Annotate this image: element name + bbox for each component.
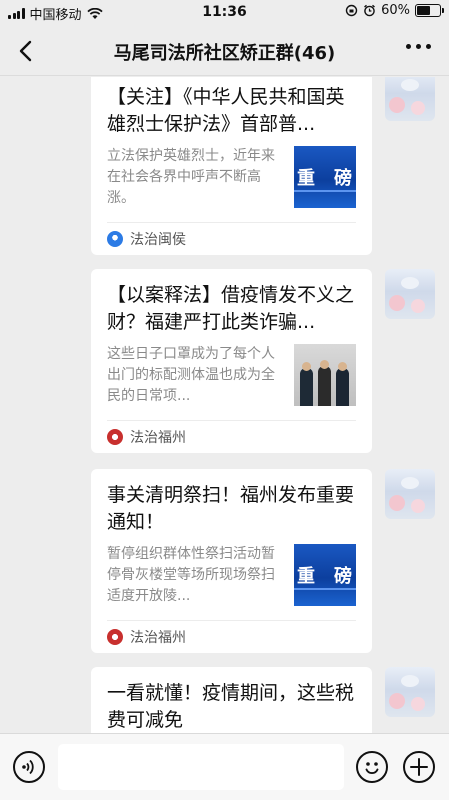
status-bar: 中国移动 11:36 60%	[0, 0, 449, 26]
plus-icon[interactable]	[403, 751, 435, 783]
chat-title: 马尾司法所社区矫正群(46)	[113, 43, 336, 64]
article-source: 法治福州	[107, 420, 356, 453]
alarm-icon	[364, 4, 376, 17]
chevron-left-icon[interactable]	[14, 38, 40, 64]
thumbnail-text: 磅	[334, 566, 353, 587]
article-description: 暂停组织群体性祭扫活动暂停骨灰楼堂等场所现场祭扫适度开放陵...	[107, 546, 275, 604]
article-title: 一看就懂！疫情期间，这些税费可减免	[107, 682, 355, 731]
article-description: 这些日子口罩成为了每个人出门的标配测体温也成为全民的日常项...	[107, 346, 275, 404]
source-logo-icon	[107, 429, 123, 445]
article-source: 法治闽侯	[107, 222, 356, 255]
article-source: 法治福州	[107, 620, 356, 653]
article-thumbnail	[294, 344, 356, 406]
battery-percent: 60%	[381, 3, 410, 18]
avatar[interactable]	[385, 269, 435, 319]
input-bar	[0, 733, 449, 800]
thumbnail-text: 磅	[334, 168, 353, 189]
avatar[interactable]	[385, 77, 435, 121]
article-card[interactable]: 【以案释法】借疫情发不义之财？福建严打此类诈骗... 这些日子口罩成为了每个人出…	[91, 269, 372, 453]
article-card[interactable]: 【关注】《中华人民共和国英雄烈士保护法》首部普... 立法保护英雄烈士，近年来在…	[91, 77, 372, 255]
avatar[interactable]	[385, 469, 435, 519]
source-name: 法治闽侯	[130, 232, 186, 248]
message-input[interactable]	[58, 744, 344, 790]
article-thumbnail: 重磅	[294, 544, 356, 606]
message-list[interactable]: 【关注】《中华人民共和国英雄烈士保护法》首部普... 立法保护英雄烈士，近年来在…	[0, 77, 449, 733]
article-title: 【关注】《中华人民共和国英雄烈士保护法》首部普...	[107, 86, 345, 135]
chat-header: 马尾司法所社区矫正群(46)	[0, 26, 449, 76]
battery-icon	[415, 4, 444, 17]
source-logo-icon	[107, 629, 123, 645]
thumbnail-text: 重	[297, 168, 316, 189]
thumbnail-text: 重	[297, 566, 316, 587]
orientation-lock-icon	[345, 4, 358, 17]
emoji-icon[interactable]	[356, 751, 388, 783]
status-right: 60%	[345, 3, 444, 18]
source-name: 法治福州	[130, 430, 186, 446]
article-title: 事关清明祭扫！福州发布重要通知！	[107, 484, 355, 533]
source-logo-icon	[107, 231, 123, 247]
article-title: 【以案释法】借疫情发不义之财？福建严打此类诈骗...	[107, 284, 355, 333]
article-card[interactable]: 事关清明祭扫！福州发布重要通知！ 暂停组织群体性祭扫活动暂停骨灰楼堂等场所现场祭…	[91, 469, 372, 653]
avatar[interactable]	[385, 667, 435, 717]
voice-icon[interactable]	[13, 751, 45, 783]
more-dots-icon[interactable]	[406, 44, 431, 49]
article-thumbnail: 重磅	[294, 146, 356, 208]
article-card[interactable]: 一看就懂！疫情期间，这些税费可减免	[91, 667, 372, 733]
source-name: 法治福州	[130, 630, 186, 646]
article-description: 立法保护英雄烈士，近年来在社会各界中呼声不断高涨。	[107, 148, 275, 206]
